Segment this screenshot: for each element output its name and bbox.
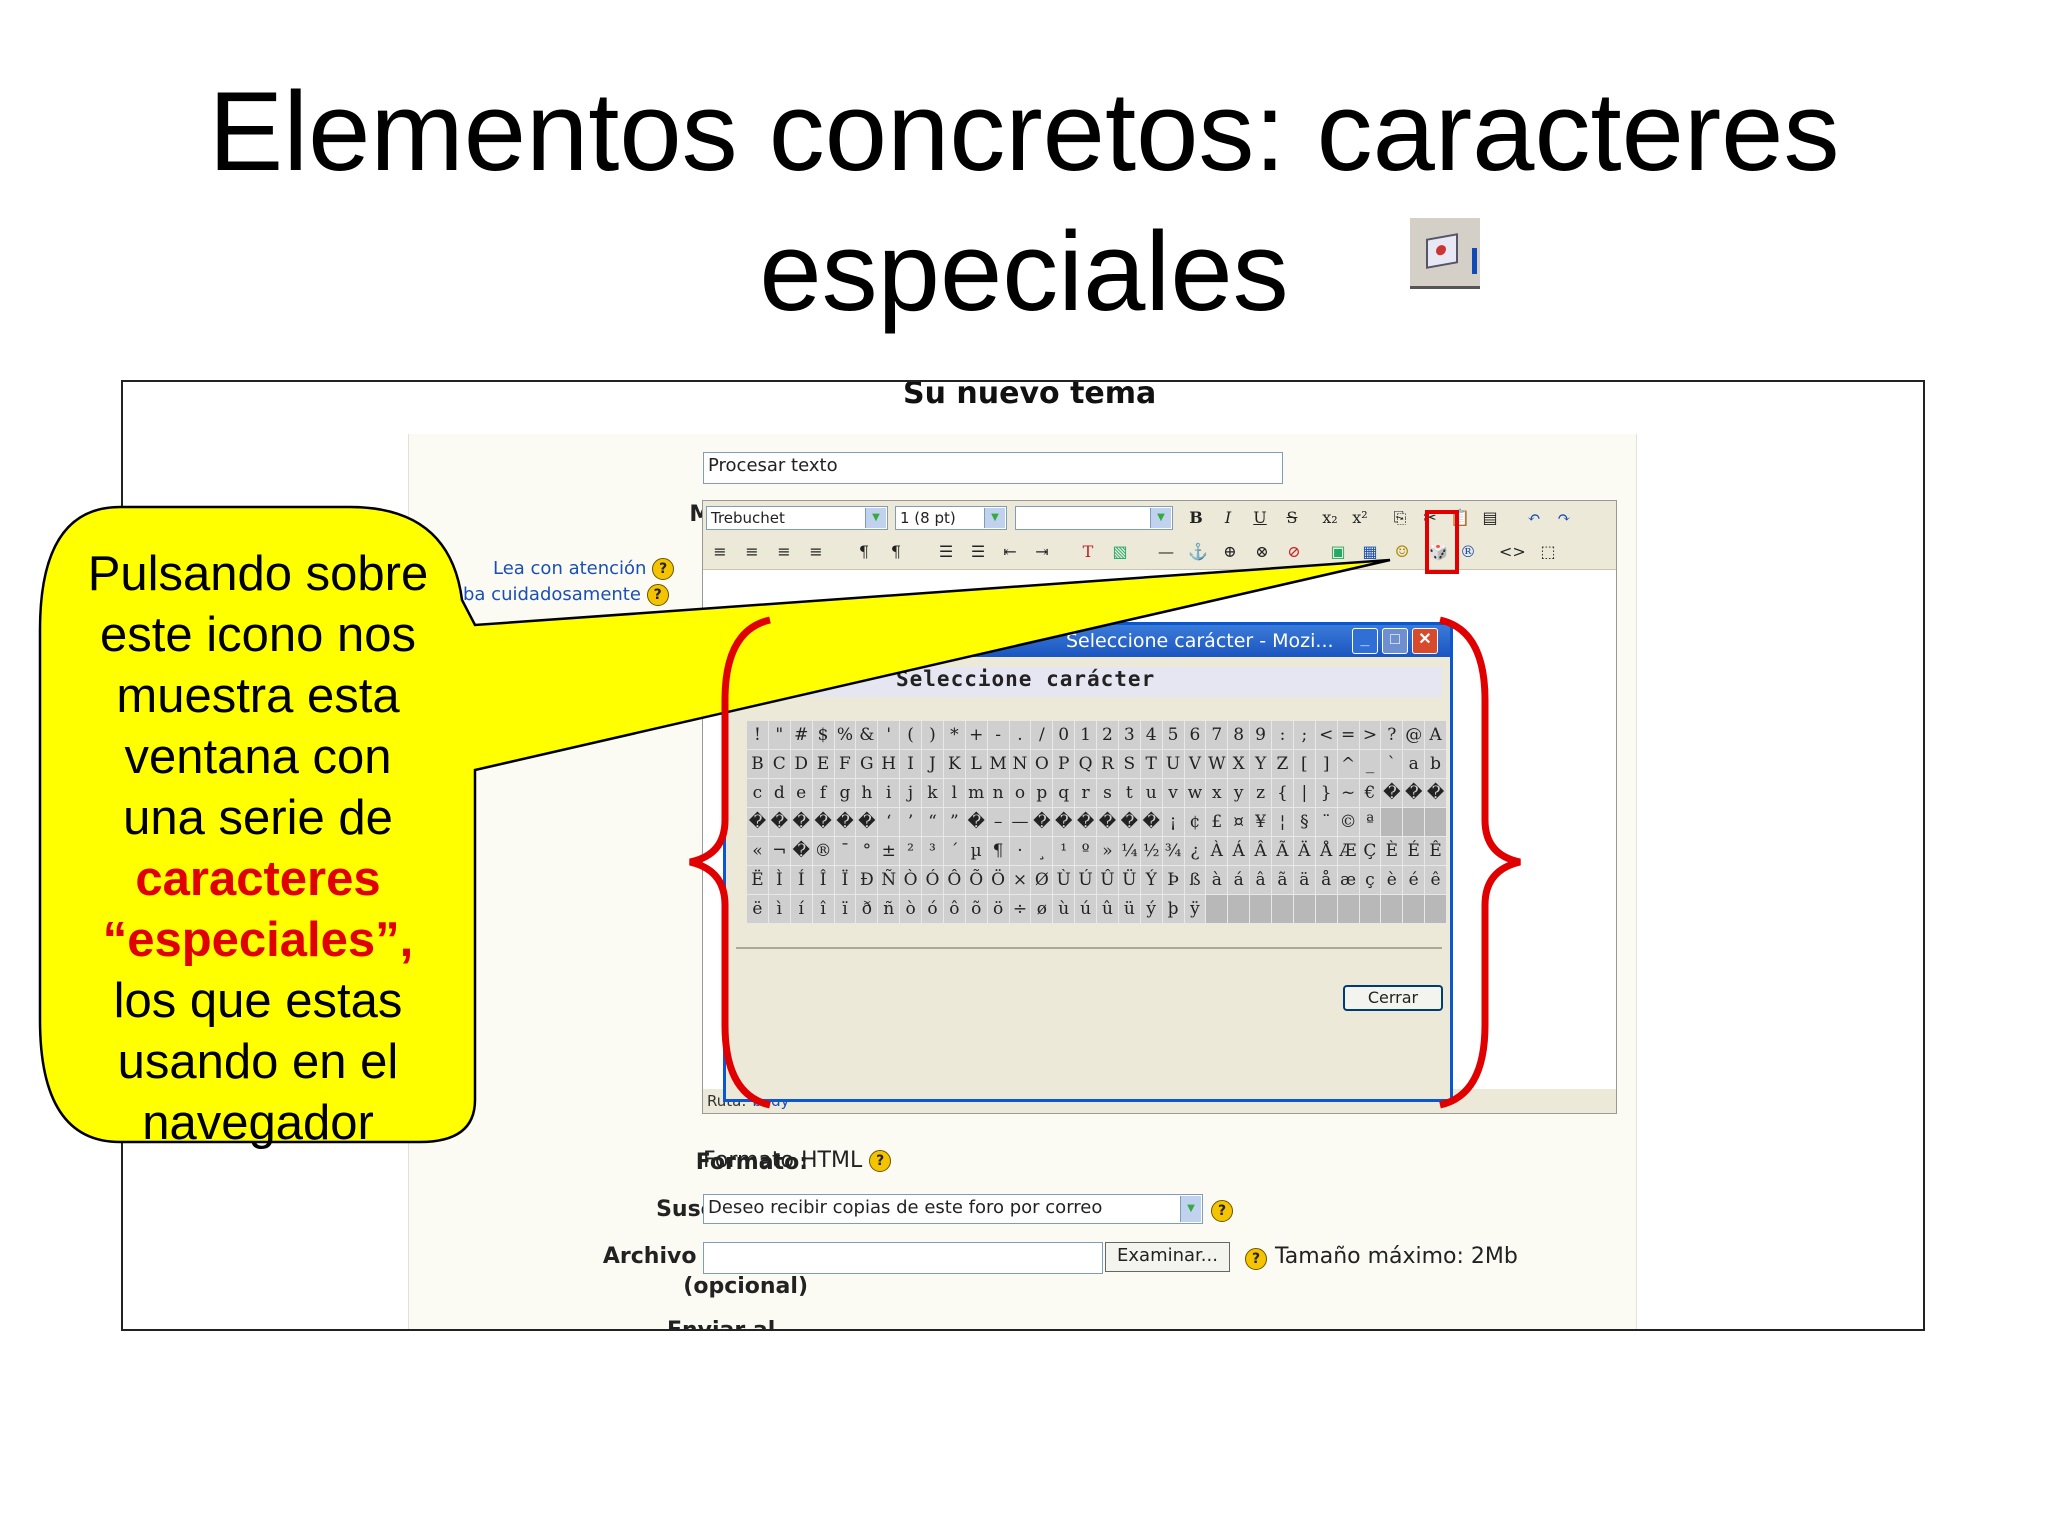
callout-line-5: una serie de [123,791,393,845]
callout-line-2: este icono nos [100,608,416,662]
callout-red-line-1: caracteres [135,852,381,906]
callout-line-1: Pulsando sobre [87,547,429,601]
callout-line-4: ventana con [124,730,392,784]
right-brace [1439,616,1521,1109]
callout-line-8: navegador [142,1096,374,1150]
callout-line-3: muestra esta [116,669,400,723]
callout-line-7: usando en el [117,1035,399,1089]
callout-text: Pulsando sobre este icono nos muestra es… [52,544,464,1154]
callout-line-6: los que estas [113,974,403,1028]
callout-red-line-2: “especiales”, [102,913,414,967]
